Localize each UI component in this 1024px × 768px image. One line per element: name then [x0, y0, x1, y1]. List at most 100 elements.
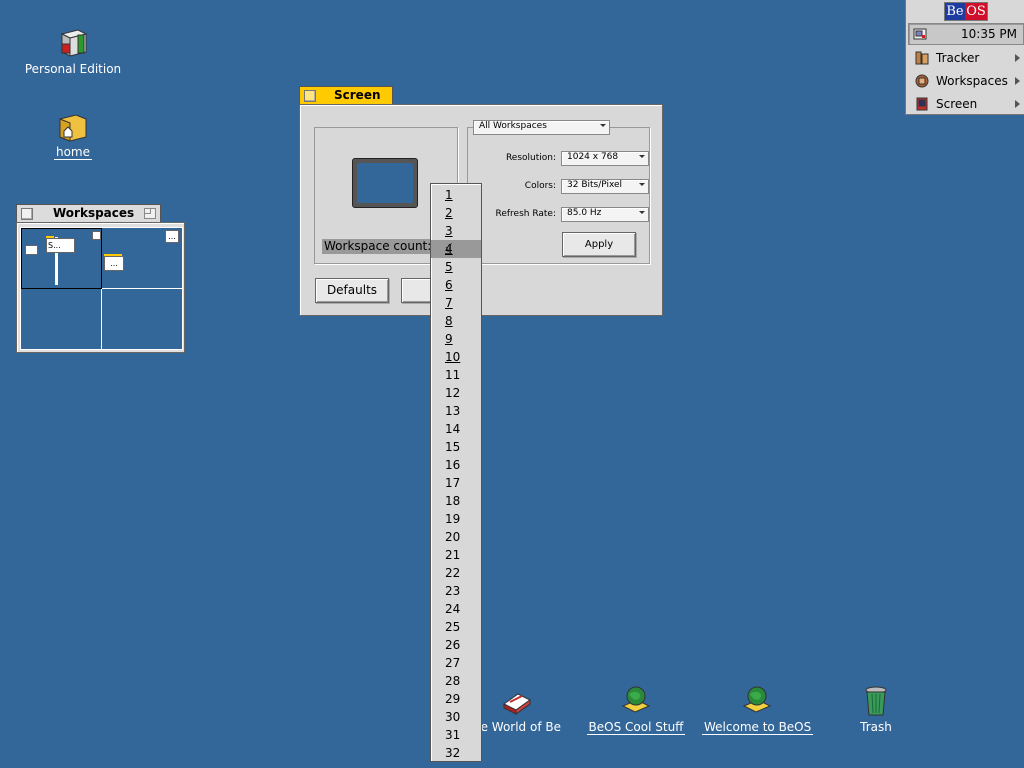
- workspace-count-option[interactable]: 29: [431, 690, 481, 708]
- workspace-count-field[interactable]: Workspace count:: [322, 239, 436, 254]
- workspace-count-option[interactable]: 1: [431, 186, 481, 204]
- option-label: 32: [445, 746, 461, 760]
- workspaces-grid: S... ... ...: [20, 227, 183, 350]
- workspace-1[interactable]: S...: [21, 228, 102, 289]
- option-label: 10: [445, 350, 461, 364]
- option-label: 25: [445, 620, 461, 634]
- welcome-to-beos-item[interactable]: Welcome to BeOS: [702, 684, 814, 735]
- workspace-count-option[interactable]: 13: [431, 402, 481, 420]
- screen-window-tab[interactable]: Screen: [299, 86, 393, 105]
- workspace-count-option[interactable]: 17: [431, 474, 481, 492]
- dropdown-arrow-icon: [639, 155, 645, 158]
- option-label: 23: [445, 584, 461, 598]
- workspace-count-option[interactable]: 22: [431, 564, 481, 582]
- option-label: 2: [445, 206, 453, 220]
- workspace-count-option[interactable]: 8: [431, 312, 481, 330]
- option-label: 8: [445, 314, 453, 328]
- workspace-count-option[interactable]: 19: [431, 510, 481, 528]
- workspace-count-option[interactable]: 24: [431, 600, 481, 618]
- defaults-button[interactable]: Defaults: [315, 278, 389, 303]
- deskbar-item-label: Workspaces: [936, 74, 1008, 88]
- option-label: 4: [445, 242, 453, 256]
- resolution-label: Resolution:: [505, 153, 556, 163]
- close-box-icon[interactable]: [21, 208, 33, 220]
- workspace-count-option[interactable]: 5: [431, 258, 481, 276]
- resolution-menu[interactable]: 1024 x 768: [561, 151, 649, 166]
- clock[interactable]: 10:35 PM: [961, 27, 1017, 41]
- option-label: 24: [445, 602, 461, 616]
- deskbar-item-screen[interactable]: Screen: [906, 93, 1024, 115]
- workspace-4[interactable]: [102, 289, 182, 349]
- option-label: 14: [445, 422, 461, 436]
- globe-folder-icon: [619, 684, 653, 718]
- option-label: 29: [445, 692, 461, 706]
- workspace-count-option[interactable]: 16: [431, 456, 481, 474]
- dropdown-arrow-icon: [639, 183, 645, 186]
- option-label: 17: [445, 476, 461, 490]
- desktop-icon-label: Personal Edition: [24, 62, 122, 76]
- deskbar-item-tracker[interactable]: Tracker: [906, 47, 1024, 69]
- option-label: 31: [445, 728, 461, 742]
- workspace-count-option[interactable]: 10: [431, 348, 481, 366]
- workspace-count-option[interactable]: 27: [431, 654, 481, 672]
- workspace-count-option[interactable]: 18: [431, 492, 481, 510]
- deskbar-item-workspaces[interactable]: Workspaces: [906, 70, 1024, 92]
- deskbar: Be OS 10:35 PM Tracker Workspaces Screen: [905, 0, 1024, 115]
- refresh-rate-value: 85.0 Hz: [567, 208, 602, 218]
- option-label: 16: [445, 458, 461, 472]
- mini-window-label: ...: [104, 256, 124, 271]
- zoom-box-icon[interactable]: [144, 208, 156, 219]
- dropdown-arrow-icon: [600, 124, 606, 127]
- trash-item[interactable]: Trash: [821, 684, 931, 734]
- deskbar-tray: 10:35 PM: [908, 23, 1024, 45]
- workspace-3[interactable]: [21, 289, 101, 349]
- workspaces-window-tab[interactable]: Workspaces: [16, 204, 161, 223]
- workspaces-window: S... ... ...: [16, 222, 185, 353]
- workspace-count-option[interactable]: 32: [431, 744, 481, 762]
- workspace-count-option[interactable]: 3: [431, 222, 481, 240]
- desktop-icon-label: Welcome to BeOS: [702, 720, 814, 735]
- option-label: 6: [445, 278, 453, 292]
- tracker-icon: [914, 50, 930, 66]
- workspace-count-option[interactable]: 12: [431, 384, 481, 402]
- trash-icon: [859, 684, 893, 718]
- workspace-count-option[interactable]: 2: [431, 204, 481, 222]
- network-icon[interactable]: [912, 26, 928, 42]
- be-menu-button[interactable]: Be OS: [944, 2, 988, 21]
- workspace-count-option[interactable]: 15: [431, 438, 481, 456]
- beos-cool-stuff-item[interactable]: BeOS Cool Stuff: [581, 684, 691, 735]
- workspace-count-option[interactable]: 30: [431, 708, 481, 726]
- submenu-arrow-icon: [1015, 54, 1020, 62]
- option-label: 18: [445, 494, 461, 508]
- close-box-icon[interactable]: [304, 90, 316, 102]
- option-label: 15: [445, 440, 461, 454]
- workspace-count-option[interactable]: 28: [431, 672, 481, 690]
- colors-menu[interactable]: 32 Bits/Pixel: [561, 179, 649, 194]
- deskbar-item-label: Screen: [936, 97, 978, 111]
- workspace-scope-menu[interactable]: All Workspaces: [473, 120, 610, 135]
- option-label: 3: [445, 224, 453, 238]
- mini-window-label: S...: [46, 238, 75, 253]
- option-label: 11: [445, 368, 461, 382]
- workspace-count-option[interactable]: 9: [431, 330, 481, 348]
- dropdown-arrow-icon: [639, 211, 645, 214]
- personal-edition-icon-item[interactable]: Personal Edition: [18, 26, 128, 76]
- refresh-rate-menu[interactable]: 85.0 Hz: [561, 207, 649, 222]
- workspace-2[interactable]: ... ...: [102, 228, 182, 288]
- apply-button[interactable]: Apply: [562, 232, 636, 257]
- workspace-count-option[interactable]: 31: [431, 726, 481, 744]
- option-label: 30: [445, 710, 461, 724]
- workspace-count-option[interactable]: 20: [431, 528, 481, 546]
- workspace-count-option[interactable]: √ 4: [431, 240, 481, 258]
- workspace-count-option[interactable]: 25: [431, 618, 481, 636]
- workspace-count-option[interactable]: 14: [431, 420, 481, 438]
- workspace-count-option[interactable]: 23: [431, 582, 481, 600]
- workspace-count-option[interactable]: 6: [431, 276, 481, 294]
- globe-folder-icon: [740, 684, 774, 718]
- workspace-count-option[interactable]: 11: [431, 366, 481, 384]
- option-label: 5: [445, 260, 453, 274]
- workspace-count-option[interactable]: 21: [431, 546, 481, 564]
- workspace-count-option[interactable]: 26: [431, 636, 481, 654]
- workspace-count-option[interactable]: 7: [431, 294, 481, 312]
- home-folder-item[interactable]: home: [18, 109, 128, 160]
